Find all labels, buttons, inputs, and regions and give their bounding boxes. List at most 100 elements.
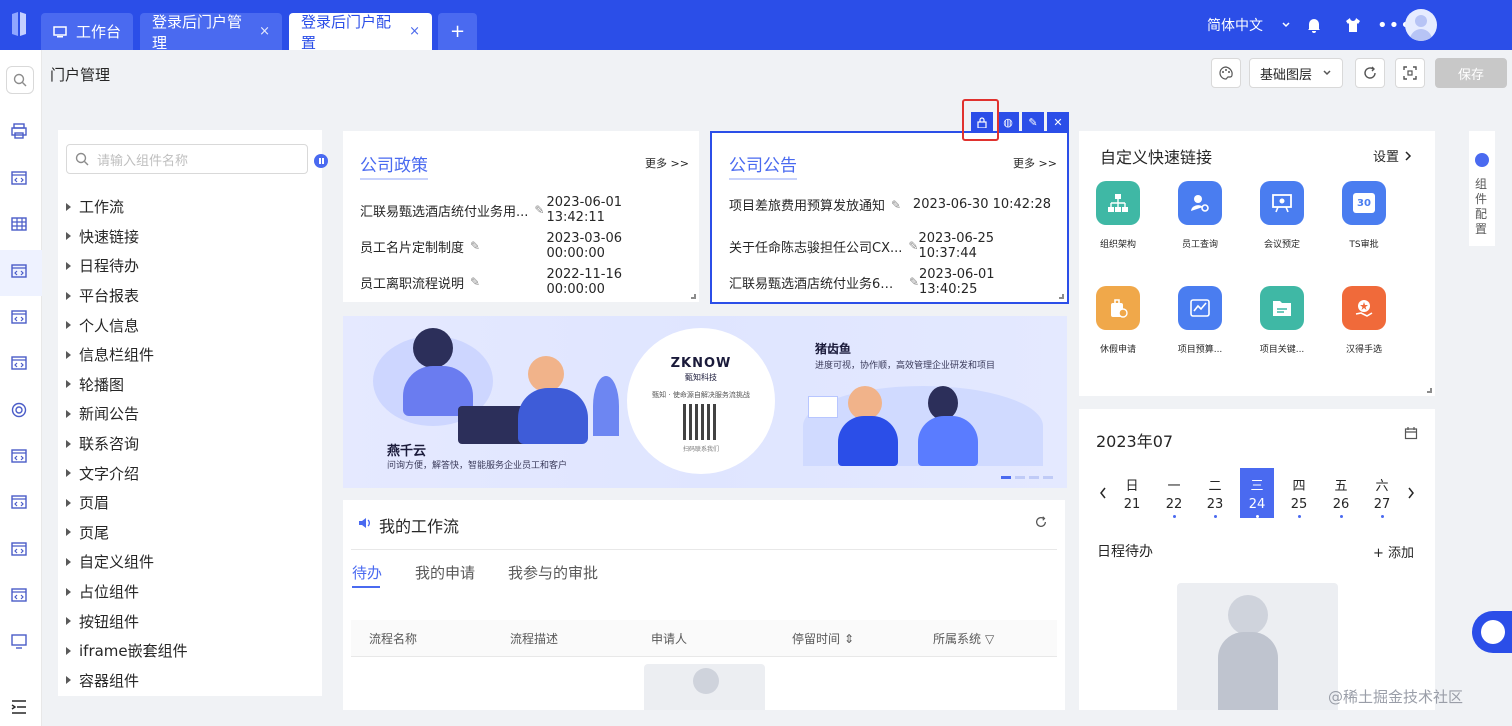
policy-more-link[interactable]: 更多 >> [645, 155, 689, 171]
resize-handle[interactable] [1059, 294, 1064, 299]
search-icon[interactable] [6, 66, 34, 94]
app-logo-icon[interactable] [8, 10, 28, 38]
notice-more-link[interactable]: 更多 >> [1013, 155, 1057, 171]
calendar-day[interactable]: 一 22 [1157, 468, 1191, 518]
tree-item[interactable]: 文字介绍 [66, 458, 188, 488]
code-window-icon[interactable] [9, 353, 29, 373]
language-select[interactable]: 简体中文 [1207, 0, 1291, 50]
resize-handle[interactable] [1427, 388, 1432, 393]
tab-todo[interactable]: 待办 [352, 562, 382, 583]
calendar-day[interactable]: 二 23 [1198, 468, 1232, 518]
add-tab-button[interactable]: + [438, 13, 477, 50]
menu-collapse-icon[interactable] [9, 697, 29, 717]
style-button[interactable]: ◍ [997, 112, 1019, 132]
bell-icon[interactable] [1305, 0, 1323, 50]
tree-item[interactable]: 页眉 [66, 488, 188, 518]
code-window-icon[interactable] [9, 307, 29, 327]
target-icon[interactable] [9, 400, 29, 420]
tree-item[interactable]: 容器组件 [66, 666, 188, 696]
tree-item[interactable]: 日程待办 [66, 251, 188, 281]
panel-collapse-icon[interactable] [314, 154, 328, 168]
palette-button[interactable] [1211, 58, 1241, 88]
list-item[interactable]: 汇联易甄选酒店统付业务6月... ✎ 2023-06-01 13:40:25 [729, 267, 1051, 297]
list-item[interactable]: 汇联易甄选酒店统付业务用... ✎ 2023-06-01 13:42:11 [360, 195, 682, 225]
floating-assistant-button[interactable] [1472, 611, 1512, 653]
list-item[interactable]: 员工离职流程说明 ✎ 2022-11-16 00:00:00 [360, 267, 682, 297]
tree-item[interactable]: 联系咨询 [66, 429, 188, 459]
calendar-day[interactable]: 六 27 [1365, 468, 1399, 518]
list-item[interactable]: 关于任命陈志骏担任公司CX... ✎ 2023-06-25 10:37:44 [729, 231, 1051, 261]
edit-icon[interactable]: ✎ [470, 239, 480, 253]
table-icon[interactable] [9, 214, 29, 234]
tree-item[interactable]: 个人信息 [66, 310, 188, 340]
code-window-icon[interactable] [9, 261, 29, 281]
carousel-dot[interactable] [1001, 476, 1011, 479]
avatar[interactable] [1405, 9, 1437, 41]
tree-item[interactable]: 快速链接 [66, 222, 188, 252]
component-search-input[interactable]: 请输入组件名称 [66, 144, 308, 174]
tree-item[interactable]: 平台报表 [66, 281, 188, 311]
code-window-icon[interactable] [9, 539, 29, 559]
monitor-icon[interactable] [9, 631, 29, 651]
calendar-day[interactable]: 四 25 [1282, 468, 1316, 518]
delete-button[interactable]: ✕ [1047, 112, 1069, 132]
carousel-banner[interactable]: 燕千云 问询方便，解答快，智能服务企业员工和客户 ZKNOW 甄知科技 甄知 ·… [343, 316, 1067, 488]
quicklink-item[interactable]: 项目关键... [1252, 286, 1312, 355]
save-button[interactable]: 保存 [1435, 58, 1507, 88]
edit-icon[interactable]: ✎ [470, 275, 480, 289]
carousel-dots[interactable] [1001, 476, 1053, 479]
component-config-tab[interactable]: 组件配置 [1469, 131, 1495, 246]
tab-workbench[interactable]: 工作台 [41, 13, 133, 50]
tab-portal-management[interactable]: 登录后门户管理 × [140, 13, 282, 52]
resize-handle[interactable] [691, 294, 696, 299]
code-window-icon[interactable] [9, 446, 29, 466]
calendar-icon[interactable] [1404, 426, 1418, 440]
quicklink-item[interactable]: 30 TS审批 [1334, 181, 1394, 250]
chevron-left-icon[interactable] [1098, 486, 1108, 500]
refresh-icon[interactable] [1034, 515, 1048, 529]
fullscreen-button[interactable] [1395, 58, 1425, 88]
quicklinks-settings[interactable]: 设置 [1373, 146, 1413, 165]
column-header-filterable[interactable]: 所属系统 ▽ [933, 630, 994, 647]
tree-item[interactable]: 新闻公告 [66, 399, 188, 429]
tree-item[interactable]: 占位组件 [66, 577, 188, 607]
filter-icon[interactable]: ▽ [985, 632, 994, 646]
close-icon[interactable]: × [409, 24, 420, 39]
add-schedule-button[interactable]: + 添加 [1373, 542, 1414, 561]
layer-select[interactable]: 基础图层 [1249, 58, 1343, 88]
tree-item[interactable]: 按钮组件 [66, 606, 188, 636]
sort-icon[interactable]: ⇕ [844, 632, 854, 646]
tree-item[interactable]: 轮播图 [66, 370, 188, 400]
list-item[interactable]: 员工名片定制制度 ✎ 2023-03-06 00:00:00 [360, 231, 682, 261]
calendar-day[interactable]: 五 26 [1324, 468, 1358, 518]
code-window-icon[interactable] [9, 168, 29, 188]
tab-my-approvals[interactable]: 我参与的审批 [508, 562, 598, 583]
code-window-icon[interactable] [9, 492, 29, 512]
tree-item[interactable]: 页尾 [66, 518, 188, 548]
tree-item[interactable]: 信息栏组件 [66, 340, 188, 370]
tree-item[interactable]: 工作流 [66, 192, 188, 222]
tree-item[interactable]: iframe嵌套组件 [66, 636, 188, 666]
chevron-right-icon[interactable] [1406, 486, 1416, 500]
quicklink-item[interactable]: 汉得手选 [1334, 286, 1394, 355]
edit-icon[interactable]: ✎ [891, 198, 901, 212]
edit-button[interactable]: ✎ [1022, 112, 1044, 132]
carousel-dot[interactable] [1015, 476, 1025, 479]
column-header-sortable[interactable]: 停留时间 ⇕ [792, 630, 854, 647]
code-window-icon[interactable] [9, 585, 29, 605]
refresh-button[interactable] [1355, 58, 1385, 88]
quicklink-item[interactable]: 休假申请 [1088, 286, 1148, 355]
notice-card[interactable]: 公司公告 更多 >> 项目差旅费用预算发放通知 ✎ 2023-06-30 10:4… [710, 131, 1069, 304]
printer-icon[interactable] [9, 121, 29, 141]
edit-icon[interactable]: ✎ [908, 239, 918, 253]
quicklink-item[interactable]: 组织架构 [1088, 181, 1148, 250]
quicklink-item[interactable]: 会议预定 [1252, 181, 1312, 250]
shirt-icon[interactable] [1344, 0, 1362, 50]
calendar-day[interactable]: 日 21 [1115, 468, 1149, 518]
list-item[interactable]: 项目差旅费用预算发放通知 ✎ 2023-06-30 10:42:28 [729, 195, 1051, 214]
calendar-day-selected[interactable]: 三 24 [1240, 468, 1274, 518]
quicklink-item[interactable]: 项目预算... [1170, 286, 1230, 355]
tab-my-applications[interactable]: 我的申请 [415, 562, 475, 583]
carousel-dot[interactable] [1043, 476, 1053, 479]
tab-portal-config[interactable]: 登录后门户配置 × [289, 13, 432, 52]
